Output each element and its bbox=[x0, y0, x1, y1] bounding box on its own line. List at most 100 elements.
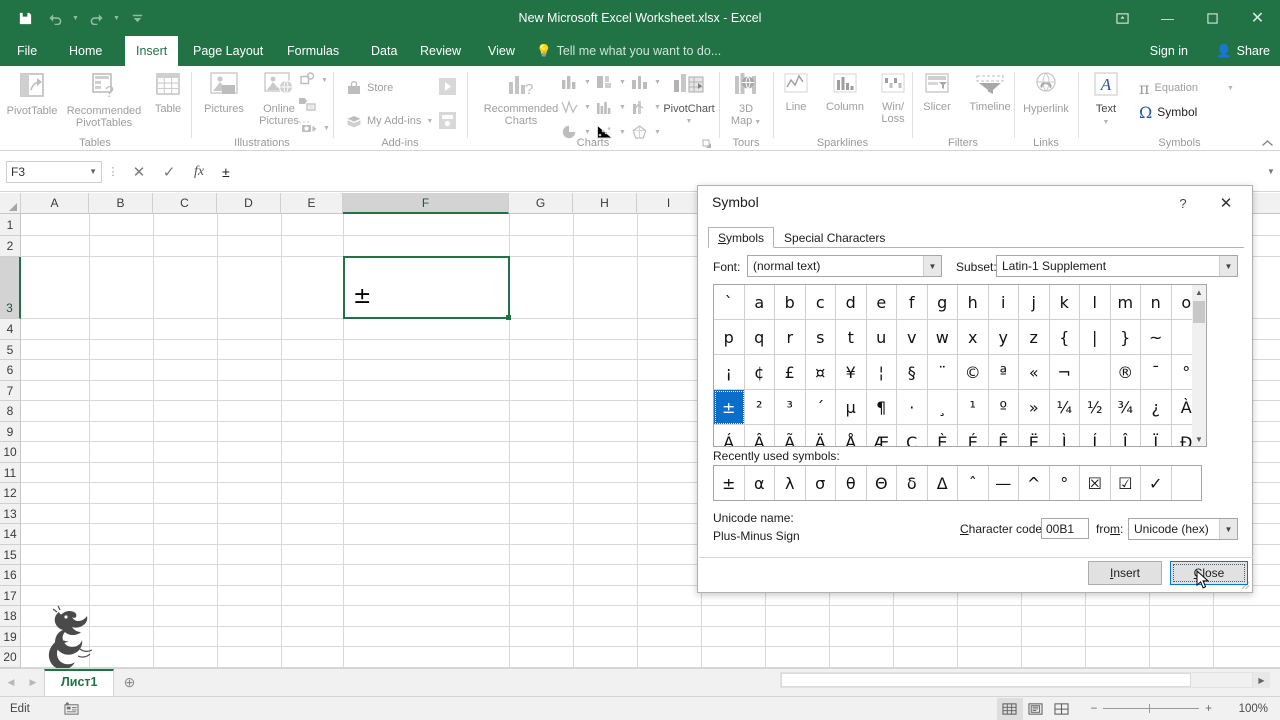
recent-symbol-cell-3[interactable]: σ bbox=[806, 466, 836, 500]
ribbon-tab-review[interactable]: Review bbox=[409, 36, 472, 66]
sheet-tab-list1[interactable]: Лист1 bbox=[44, 669, 115, 696]
symbol-cell-24[interactable]: x bbox=[958, 320, 989, 355]
recent-symbol-cell-10[interactable]: ^ bbox=[1019, 466, 1050, 500]
from-combo[interactable]: Unicode (hex) ▼ bbox=[1128, 518, 1238, 540]
column-header-f[interactable]: F bbox=[343, 193, 509, 214]
page-layout-view-button[interactable] bbox=[1023, 698, 1049, 720]
add-sheet-button[interactable]: ⊕ bbox=[114, 669, 144, 696]
symbol-cell-77[interactable]: Î bbox=[1111, 425, 1141, 446]
zoom-level-label[interactable]: 100% bbox=[1222, 703, 1268, 715]
symbol-cell-2[interactable]: b bbox=[775, 285, 806, 320]
symbol-cell-34[interactable]: £ bbox=[775, 355, 806, 390]
page-break-preview-button[interactable] bbox=[1049, 698, 1075, 720]
insert-function-button[interactable]: fx bbox=[184, 159, 214, 185]
symbol-cell-52[interactable]: µ bbox=[836, 390, 867, 425]
confirm-entry-button[interactable]: ✓ bbox=[154, 159, 184, 185]
recent-symbol-cell-0[interactable]: ± bbox=[714, 466, 745, 500]
subset-combo[interactable]: Latin-1 Supplement ▼ bbox=[996, 255, 1238, 277]
my-addins-launch-icon-button[interactable] bbox=[438, 110, 457, 130]
fill-handle[interactable] bbox=[506, 315, 511, 320]
normal-view-button[interactable] bbox=[996, 697, 1023, 720]
row-header-1[interactable]: 1 bbox=[0, 214, 21, 236]
recent-symbol-cell-14[interactable]: ✓ bbox=[1141, 466, 1172, 500]
horizontal-scroll-thumb[interactable] bbox=[781, 673, 1191, 687]
symbol-cell-39[interactable]: ¨ bbox=[927, 355, 958, 390]
column-header-d[interactable]: D bbox=[217, 193, 281, 214]
recent-symbol-cell-2[interactable]: λ bbox=[775, 466, 806, 500]
row-header-19[interactable]: 19 bbox=[0, 627, 21, 647]
hyperlink-button[interactable]: Hyperlink bbox=[1015, 68, 1077, 115]
row-header-9[interactable]: 9 bbox=[0, 422, 21, 442]
symbol-cell-7[interactable]: g bbox=[927, 285, 958, 320]
expand-formula-bar-button[interactable]: ▼ bbox=[1262, 167, 1280, 176]
row-header-12[interactable]: 12 bbox=[0, 483, 21, 504]
symbol-cell-21[interactable]: u bbox=[866, 320, 897, 355]
row-header-20[interactable]: 20 bbox=[0, 647, 21, 668]
ribbon-tab-view[interactable]: View bbox=[477, 36, 526, 66]
symbol-cell-55[interactable]: ¸ bbox=[927, 390, 958, 425]
row-header-15[interactable]: 15 bbox=[0, 545, 21, 565]
dragon-picture[interactable] bbox=[35, 604, 105, 668]
table-button[interactable]: Table bbox=[140, 68, 196, 115]
symbol-cell-23[interactable]: w bbox=[927, 320, 958, 355]
symbol-grid-scrollbar[interactable]: ▲ ▼ bbox=[1192, 284, 1207, 447]
symbol-cell-25[interactable]: y bbox=[988, 320, 1019, 355]
symbol-scroll-thumb[interactable] bbox=[1193, 301, 1205, 323]
symbol-cell-8[interactable]: h bbox=[958, 285, 989, 320]
recommended-pivottables-button[interactable]: ? Recommended PivotTables bbox=[64, 68, 144, 129]
help-button[interactable]: ? bbox=[1170, 192, 1196, 214]
recent-symbol-cell-4[interactable]: θ bbox=[836, 466, 867, 500]
symbol-cell-72[interactable]: É bbox=[958, 425, 989, 446]
symbol-cell-70[interactable]: Ç bbox=[897, 425, 928, 446]
name-box-caret-icon[interactable]: ▼ bbox=[89, 167, 97, 176]
row-header-7[interactable]: 7 bbox=[0, 381, 21, 401]
symbol-cell-40[interactable]: © bbox=[958, 355, 989, 390]
symbol-cell-74[interactable]: Ë bbox=[1019, 425, 1050, 446]
symbol-cell-67[interactable]: Ä bbox=[806, 425, 836, 446]
horizontal-scroll-track[interactable] bbox=[780, 672, 1253, 688]
symbol-grid[interactable]: ` a b c d e f g h i j k l m n o p q r s t u v w x y z{|} ~ ¡ ¢ £ ¤ ¥ ¦ § ¨ ©… bbox=[713, 284, 1202, 447]
recent-symbol-cell-15[interactable] bbox=[1172, 466, 1202, 500]
pivotchart-button[interactable]: PivotChart ▼ bbox=[658, 68, 720, 128]
symbol-cell-50[interactable]: ³ bbox=[775, 390, 806, 425]
ribbon-tab-insert[interactable]: Insert bbox=[125, 36, 179, 66]
symbol-cell-18[interactable]: r bbox=[775, 320, 806, 355]
formula-bar-splitter[interactable]: ⋮ bbox=[102, 165, 124, 178]
name-box[interactable]: F3 ▼ bbox=[6, 160, 102, 183]
pivottable-button[interactable]: PivotTable bbox=[1, 68, 63, 117]
symbol-cell-45[interactable]: ® bbox=[1110, 355, 1141, 390]
sign-in-button[interactable]: Sign in bbox=[1150, 36, 1188, 66]
previous-sheet-icon[interactable]: ◀ bbox=[0, 669, 22, 696]
font-combo-caret-icon[interactable]: ▼ bbox=[923, 256, 941, 276]
symbol-scroll-up-icon[interactable]: ▲ bbox=[1192, 285, 1206, 299]
symbol-cell-61[interactable]: ¾ bbox=[1110, 390, 1141, 425]
symbol-cell-44[interactable]: ­ bbox=[1080, 355, 1111, 390]
maximize-restore-button[interactable] bbox=[1190, 0, 1235, 36]
ribbon-tab-home[interactable]: Home bbox=[58, 36, 113, 66]
ribbon-tab-formulas[interactable]: Formulas bbox=[276, 36, 350, 66]
symbol-dialog-titlebar[interactable]: Symbol bbox=[698, 186, 1252, 218]
3d-map-button[interactable]: 3D Map ▼ bbox=[714, 68, 778, 129]
timeline-button[interactable]: Timeline bbox=[960, 68, 1020, 113]
scroll-right-icon[interactable]: ▶ bbox=[1253, 672, 1270, 688]
symbol-cell-28[interactable]: | bbox=[1080, 320, 1111, 355]
zoom-slider[interactable]: − + bbox=[1091, 703, 1212, 715]
symbol-cell-54[interactable]: · bbox=[897, 390, 928, 425]
symbol-cell-12[interactable]: l bbox=[1080, 285, 1111, 320]
ribbon-tab-file[interactable]: File bbox=[6, 36, 48, 66]
recent-symbol-cell-11[interactable]: ° bbox=[1050, 466, 1080, 500]
column-header-g[interactable]: G bbox=[509, 193, 573, 214]
row-header-11[interactable]: 11 bbox=[0, 463, 21, 483]
undo-icon[interactable] bbox=[40, 4, 70, 32]
dialog-close-icon[interactable]: ✕ bbox=[1210, 192, 1242, 214]
symbol-cell-16[interactable]: p bbox=[714, 320, 745, 355]
insert-button[interactable]: Insert bbox=[1088, 561, 1162, 585]
recent-symbol-cell-1[interactable]: α bbox=[745, 466, 775, 500]
symbol-cell-10[interactable]: j bbox=[1019, 285, 1050, 320]
charts-dialog-launcher[interactable] bbox=[702, 139, 712, 149]
symbol-cell-13[interactable]: m bbox=[1110, 285, 1141, 320]
symbol-cell-71[interactable]: È bbox=[928, 425, 958, 446]
symbol-cell-65[interactable]: Â bbox=[745, 425, 775, 446]
ribbon-tab-page-layout[interactable]: Page Layout bbox=[182, 36, 274, 66]
recent-symbol-cell-8[interactable]: ˆ bbox=[958, 466, 989, 500]
